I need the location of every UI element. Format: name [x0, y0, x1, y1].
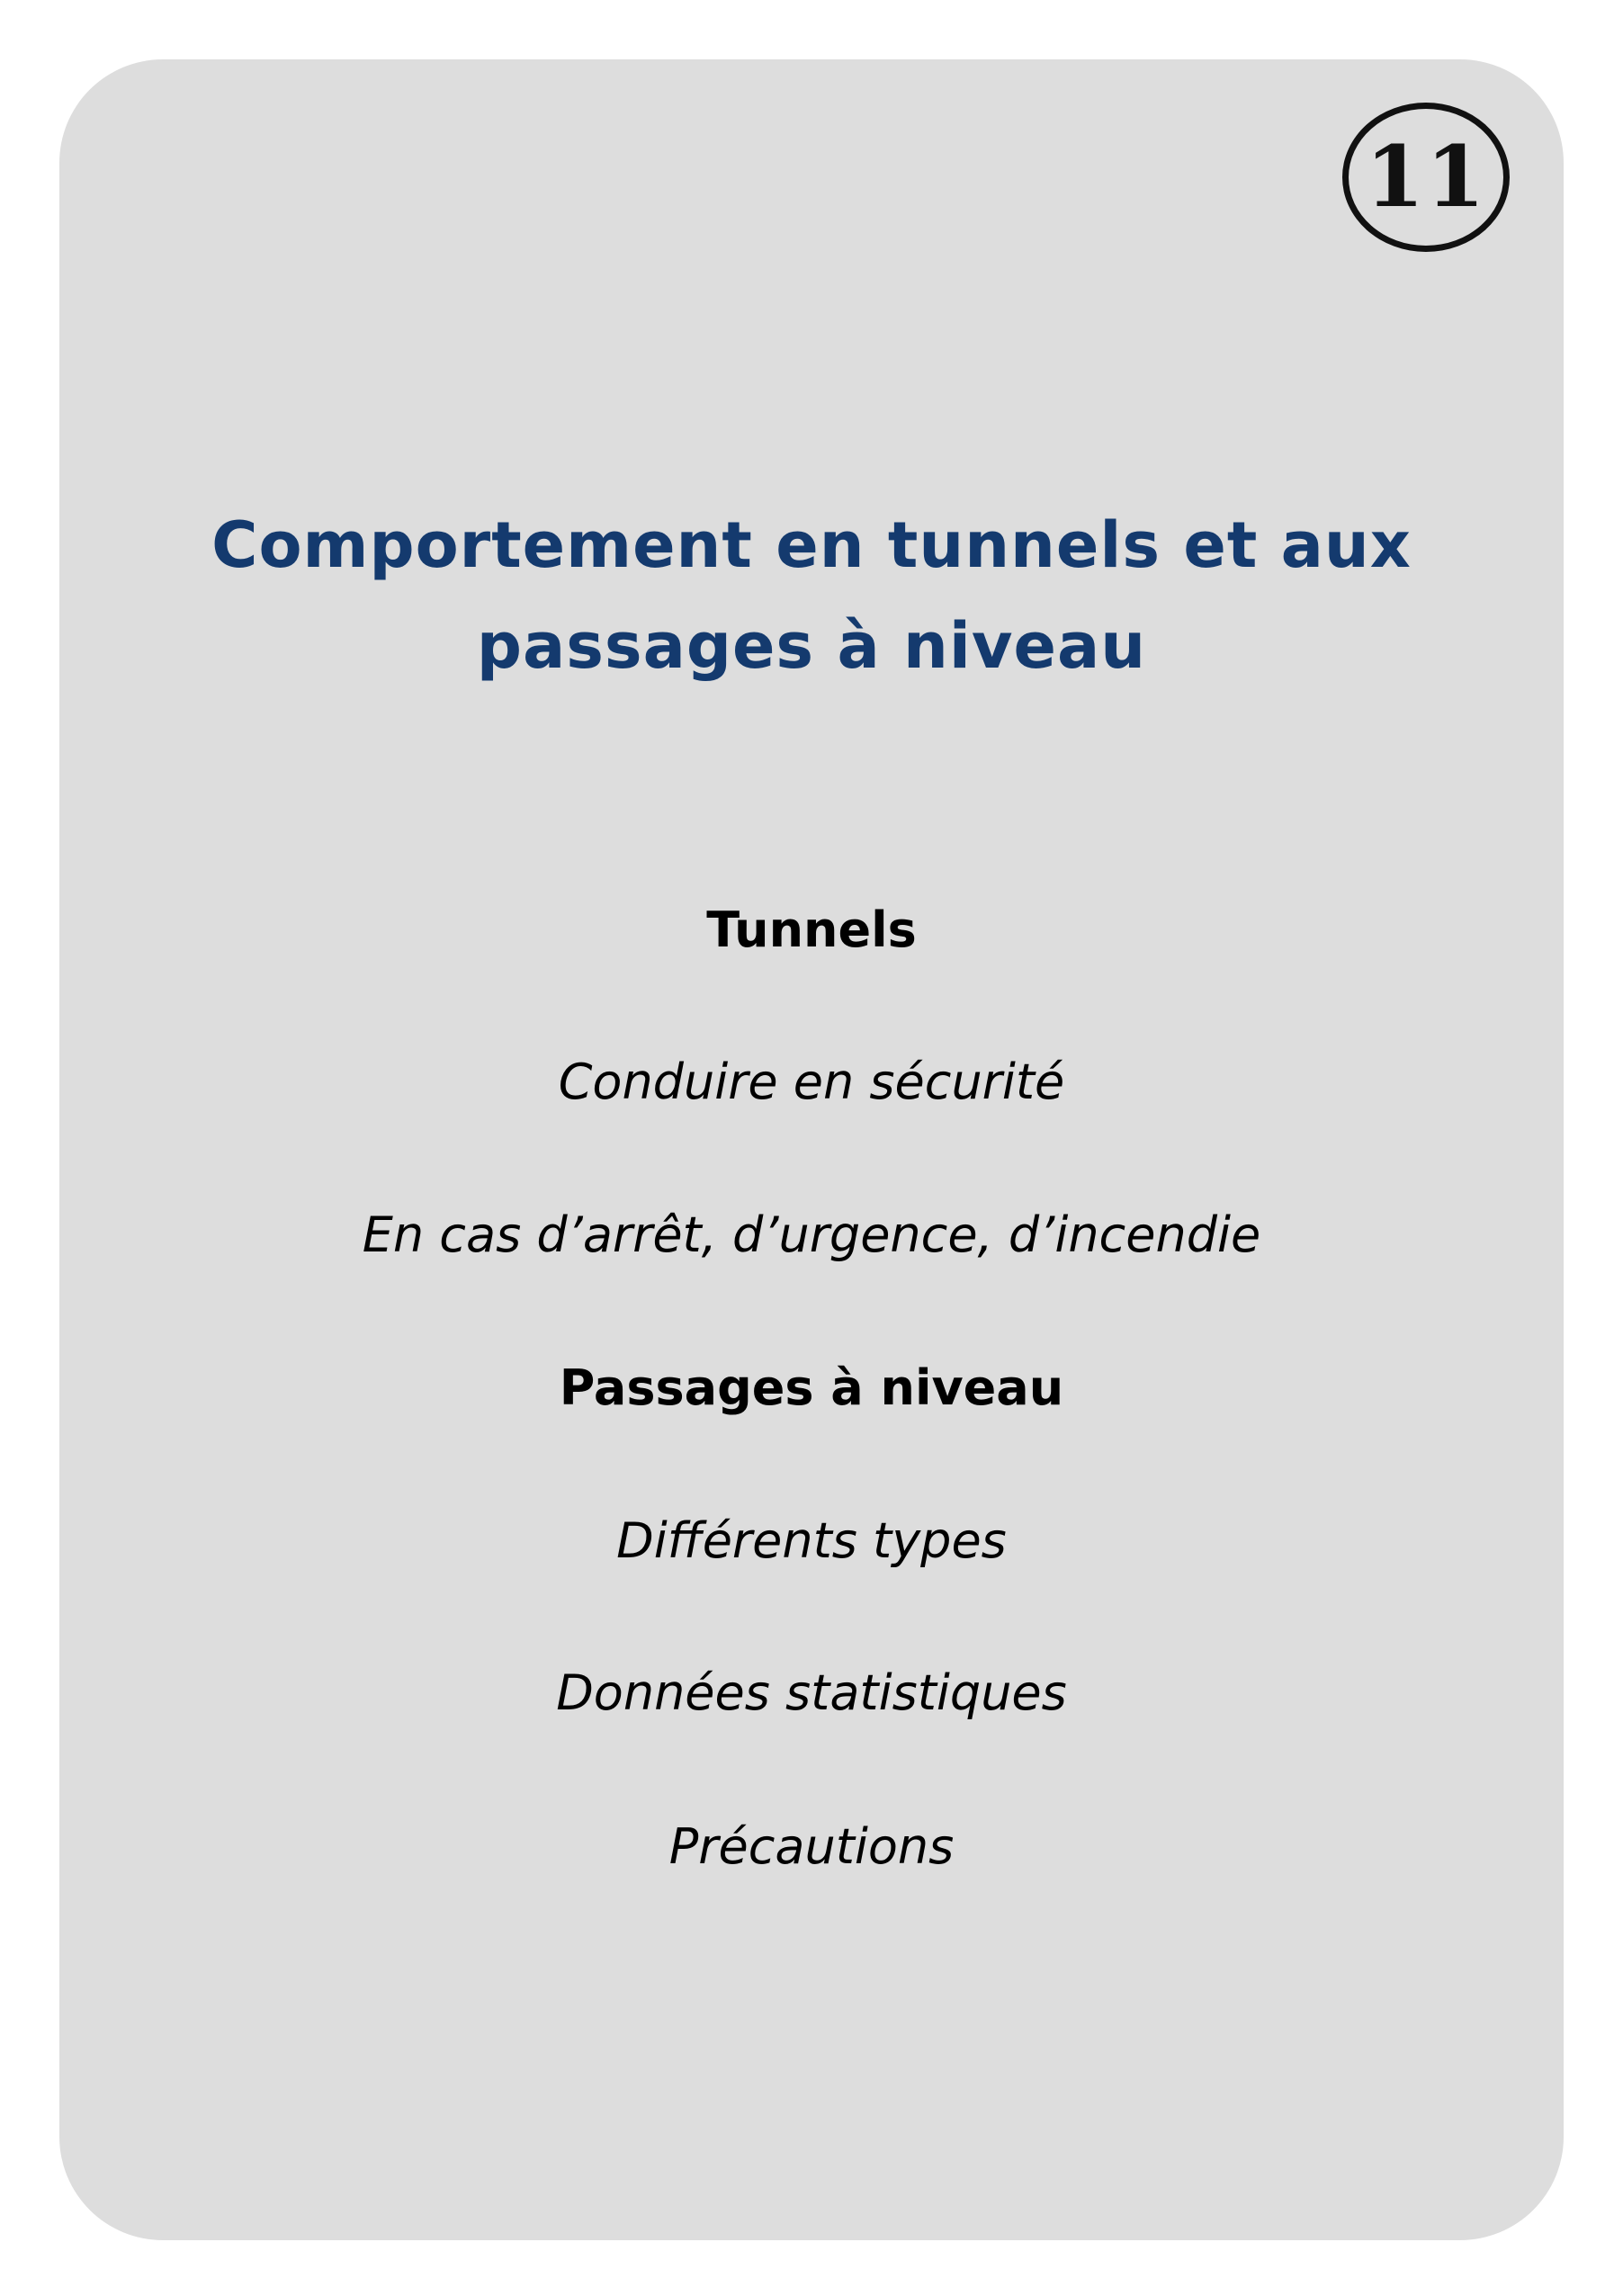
topic-differents-types: Différents types — [616, 1512, 1007, 1569]
card-title-line-2: passages à niveau — [476, 609, 1147, 683]
section-heading-passages-a-niveau: Passages à niveau — [559, 1359, 1064, 1416]
topic-en-cas-d-arret: En cas d’arrêt, d’urgence, d’incendie — [362, 1206, 1261, 1263]
topic-donnees-statistiques: Données statistiques — [556, 1664, 1067, 1721]
card-title-line-1: Comportement en tunnels et aux — [211, 508, 1412, 582]
card-number: 11 — [1365, 128, 1487, 227]
section-heading-tunnels: Tunnels — [706, 901, 917, 958]
card: 11 Comportement en tunnels et aux passag… — [59, 59, 1564, 2240]
topic-precautions: Précautions — [668, 1818, 955, 1875]
card-number-badge: 11 — [1342, 103, 1510, 252]
card-title: Comportement en tunnels et aux passages … — [59, 495, 1564, 696]
topic-conduire-en-securite: Conduire en sécurité — [558, 1054, 1065, 1110]
